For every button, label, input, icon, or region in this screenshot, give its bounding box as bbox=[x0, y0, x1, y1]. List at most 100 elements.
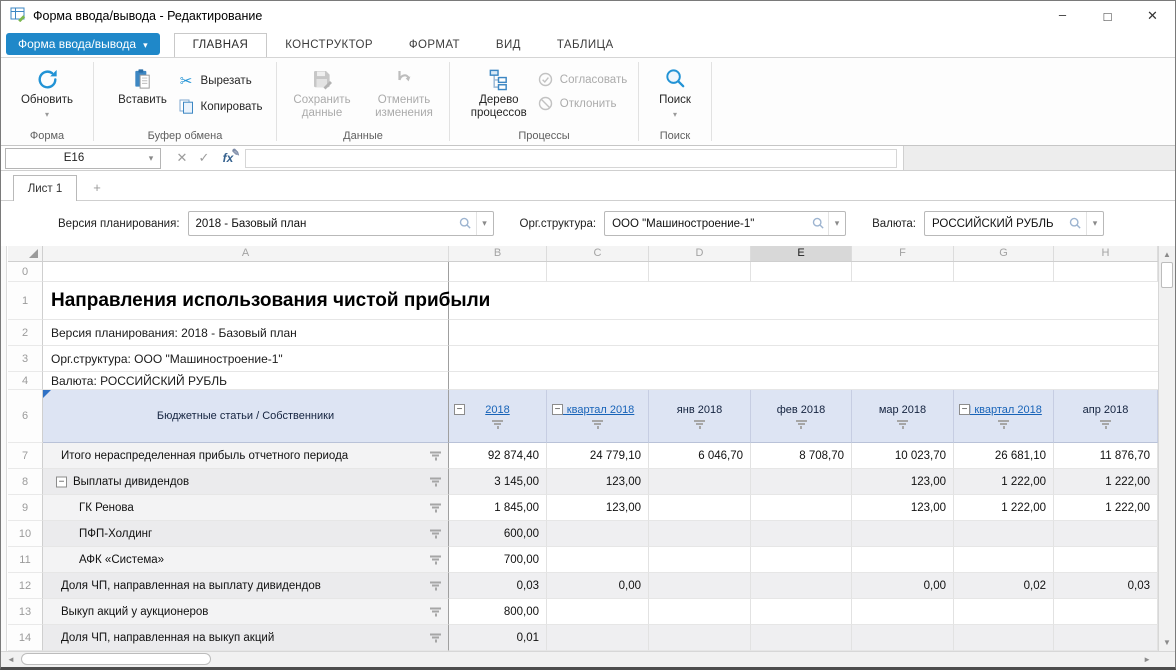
value-cell[interactable]: 0,02 bbox=[954, 573, 1054, 599]
row-number[interactable]: 13 bbox=[8, 599, 43, 625]
chevron-down-icon[interactable]: ▾ bbox=[1086, 212, 1103, 235]
header-cell-budget-items[interactable]: Бюджетные статьи / Собственники bbox=[43, 390, 449, 443]
cell-reference-box[interactable]: E16 ▾ bbox=[5, 148, 161, 169]
value-cell[interactable] bbox=[852, 547, 954, 573]
ribbon-tab-3[interactable]: ВИД bbox=[478, 34, 539, 57]
row-number[interactable]: 9 bbox=[8, 495, 43, 521]
value-cell[interactable] bbox=[852, 521, 954, 547]
scroll-down-icon[interactable]: ▼ bbox=[1159, 638, 1175, 647]
value-cell[interactable]: 0,03 bbox=[449, 573, 547, 599]
cell[interactable] bbox=[449, 262, 547, 282]
value-cell[interactable]: 123,00 bbox=[547, 469, 649, 495]
value-cell[interactable]: 24 779,10 bbox=[547, 443, 649, 469]
filter-icon[interactable] bbox=[430, 503, 441, 512]
value-cell[interactable] bbox=[954, 521, 1054, 547]
row-label-cell[interactable]: Итого нераспределенная прибыль отчетного… bbox=[43, 443, 449, 469]
confirm-entry-icon[interactable]: ✓ bbox=[193, 150, 215, 166]
save-data-button[interactable]: Сохранить данные bbox=[281, 63, 363, 127]
value-cell[interactable]: 26 681,10 bbox=[954, 443, 1054, 469]
row-label-cell[interactable]: −Выплаты дивидендов bbox=[43, 469, 449, 495]
value-cell[interactable]: 1 845,00 bbox=[449, 495, 547, 521]
currency-select[interactable]: РОССИЙСКИЙ РУБЛЬ ▾ bbox=[924, 211, 1104, 236]
row-number[interactable]: 8 bbox=[8, 469, 43, 495]
row-number[interactable]: 2 bbox=[8, 320, 43, 346]
cell[interactable] bbox=[449, 346, 1158, 372]
value-cell[interactable]: 0,03 bbox=[1054, 573, 1158, 599]
value-cell[interactable] bbox=[852, 599, 954, 625]
value-cell[interactable] bbox=[751, 625, 852, 651]
row-number[interactable]: 11 bbox=[8, 547, 43, 573]
add-sheet-button[interactable]: + bbox=[77, 174, 117, 200]
cell[interactable] bbox=[43, 262, 449, 282]
collapse-icon[interactable]: − bbox=[959, 404, 970, 415]
header-cell-period[interactable]: −I квартал 2018 bbox=[547, 390, 649, 443]
header-cell-period[interactable]: −II квартал 2018 bbox=[954, 390, 1054, 443]
value-cell[interactable] bbox=[649, 521, 751, 547]
ribbon-tab-4[interactable]: ТАБЛИЦА bbox=[539, 34, 632, 57]
scroll-left-icon[interactable]: ◄ bbox=[7, 652, 15, 667]
value-cell[interactable]: 123,00 bbox=[547, 495, 649, 521]
value-cell[interactable]: 800,00 bbox=[449, 599, 547, 625]
collapse-icon[interactable]: − bbox=[552, 404, 563, 415]
cell[interactable]: Валюта: РОССИЙСКИЙ РУБЛЬ bbox=[43, 372, 449, 390]
value-cell[interactable] bbox=[852, 625, 954, 651]
chevron-down-icon[interactable]: ▾ bbox=[476, 212, 493, 235]
value-cell[interactable]: 123,00 bbox=[852, 495, 954, 521]
copy-button[interactable]: Копировать bbox=[178, 99, 263, 114]
cell[interactable]: Орг.структура: ООО "Машиностроение-1" bbox=[43, 346, 449, 372]
filter-icon[interactable] bbox=[796, 420, 807, 429]
row-number[interactable]: 3 bbox=[8, 346, 43, 372]
value-cell[interactable] bbox=[547, 625, 649, 651]
value-cell[interactable] bbox=[751, 495, 852, 521]
filter-icon[interactable] bbox=[430, 451, 441, 460]
value-cell[interactable]: 1 222,00 bbox=[954, 495, 1054, 521]
ribbon-tab-1[interactable]: КОНСТРУКТОР bbox=[267, 34, 391, 57]
column-header-F[interactable]: F bbox=[852, 246, 954, 261]
search-button[interactable]: Поиск ▾ bbox=[645, 63, 705, 127]
value-cell[interactable] bbox=[751, 573, 852, 599]
ribbon-tab-2[interactable]: ФОРМАТ bbox=[391, 34, 478, 57]
cell[interactable] bbox=[547, 262, 649, 282]
value-cell[interactable] bbox=[751, 599, 852, 625]
app-menu-button[interactable]: Форма ввода/вывода▾ bbox=[6, 33, 160, 55]
plan-version-select[interactable]: 2018 - Базовый план ▾ bbox=[188, 211, 494, 236]
value-cell[interactable]: 1 222,00 bbox=[1054, 469, 1158, 495]
column-header-H[interactable]: H bbox=[1054, 246, 1158, 261]
filter-icon[interactable] bbox=[998, 420, 1009, 429]
value-cell[interactable]: 600,00 bbox=[449, 521, 547, 547]
value-cell[interactable] bbox=[649, 573, 751, 599]
value-cell[interactable]: 1 222,00 bbox=[954, 469, 1054, 495]
value-cell[interactable]: 123,00 bbox=[852, 469, 954, 495]
value-cell[interactable]: 6 046,70 bbox=[649, 443, 751, 469]
undo-changes-button[interactable]: Отменить изменения bbox=[363, 63, 445, 127]
row-number[interactable]: 4 bbox=[8, 372, 43, 390]
column-header-E[interactable]: E bbox=[751, 246, 852, 261]
row-label-cell[interactable]: ГК Ренова bbox=[43, 495, 449, 521]
filter-icon[interactable] bbox=[592, 420, 603, 429]
value-cell[interactable]: 700,00 bbox=[449, 547, 547, 573]
value-cell[interactable]: 10 023,70 bbox=[852, 443, 954, 469]
cell[interactable] bbox=[954, 262, 1054, 282]
value-cell[interactable]: 11 876,70 bbox=[1054, 443, 1158, 469]
filter-icon[interactable] bbox=[430, 477, 441, 486]
header-cell-period[interactable]: −2018 bbox=[449, 390, 547, 443]
header-cell-period[interactable]: апр 2018 bbox=[1054, 390, 1158, 443]
value-cell[interactable] bbox=[751, 469, 852, 495]
row-number[interactable]: 7 bbox=[8, 443, 43, 469]
filter-icon[interactable] bbox=[430, 581, 441, 590]
refresh-button[interactable]: Обновить ▾ bbox=[6, 63, 88, 127]
value-cell[interactable] bbox=[649, 625, 751, 651]
column-header-C[interactable]: C bbox=[547, 246, 649, 261]
scroll-right-icon[interactable]: ► bbox=[1143, 652, 1151, 667]
vertical-scroll-thumb[interactable] bbox=[1161, 262, 1173, 288]
paste-button[interactable]: Вставить bbox=[108, 63, 178, 127]
minimize-button[interactable]: – bbox=[1040, 1, 1085, 31]
cell[interactable] bbox=[649, 262, 751, 282]
value-cell[interactable] bbox=[954, 625, 1054, 651]
filter-icon[interactable] bbox=[492, 420, 503, 429]
row-label-cell[interactable]: АФК «Система» bbox=[43, 547, 449, 573]
column-header-B[interactable]: B bbox=[449, 246, 547, 261]
filter-icon[interactable] bbox=[694, 420, 705, 429]
row-number[interactable]: 0 bbox=[8, 262, 43, 282]
close-button[interactable]: ✕ bbox=[1130, 1, 1175, 31]
